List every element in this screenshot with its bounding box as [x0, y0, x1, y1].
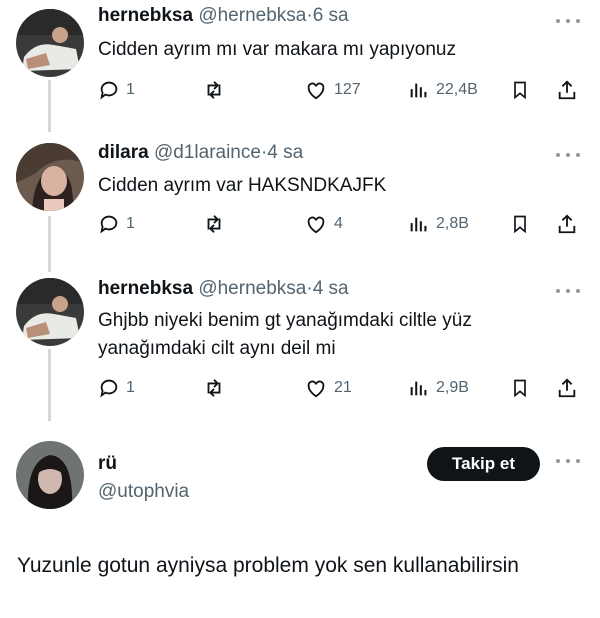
views-count: 2,8B	[436, 215, 469, 232]
follow-button[interactable]: Takip et	[427, 447, 540, 481]
heart-icon	[307, 216, 325, 234]
bookmark-button[interactable]	[510, 210, 530, 238]
retweet-icon	[207, 81, 221, 99]
reply-icon	[100, 81, 118, 100]
retweet-button[interactable]	[202, 374, 226, 402]
bookmark-icon	[514, 379, 526, 398]
share-icon	[558, 80, 576, 100]
share-icon	[558, 214, 576, 234]
views-button[interactable]: 22,4B	[408, 76, 478, 104]
heart-icon	[307, 380, 325, 398]
share-button[interactable]	[556, 76, 578, 104]
bookmark-button[interactable]	[510, 374, 530, 402]
tweet-header: hernebksa @hernebksa·6 sa	[98, 5, 349, 27]
reply-count: 1	[126, 81, 135, 98]
bookmark-icon	[514, 215, 526, 234]
share-icon	[558, 378, 576, 398]
like-count: 127	[334, 81, 361, 98]
views-icon	[410, 381, 427, 396]
reply-icon	[100, 379, 118, 398]
tweet-text: Ghjbb niyeki benim gt yanağımdaki ciltle…	[98, 310, 472, 359]
reply-icon	[100, 215, 118, 234]
reply-count: 1	[126, 215, 135, 232]
timestamp[interactable]: 4 sa	[267, 142, 303, 163]
retweet-button[interactable]	[202, 210, 226, 238]
views-count: 2,9B	[436, 379, 469, 396]
avatar[interactable]	[16, 441, 84, 509]
like-count: 4	[334, 215, 343, 232]
views-button[interactable]: 2,9B	[408, 374, 469, 402]
reply-count: 1	[126, 379, 135, 396]
author-handle[interactable]: @d1laraince	[154, 142, 261, 163]
tweet-text: Cidden ayrım mı var makara mı yapıyonuz	[98, 39, 456, 60]
avatar[interactable]	[16, 278, 84, 346]
tweet-header: dilara @d1laraince·4 sa	[98, 142, 303, 164]
tweet[interactable]: hernebksa @hernebksa·4 sa Ghjbb niyeki b…	[0, 268, 600, 418]
timestamp[interactable]: 4 sa	[313, 278, 349, 299]
more-icon[interactable]	[556, 148, 580, 162]
focused-tweet-text: Yuzunle gotun ayniysa problem yok sen ku…	[17, 554, 519, 577]
more-icon[interactable]	[556, 454, 580, 468]
action-bar: 1 4 2,8B	[98, 210, 582, 238]
like-button[interactable]: 21	[304, 374, 352, 402]
avatar[interactable]	[16, 9, 84, 77]
tweet[interactable]: dilara @d1laraince·4 sa Cidden ayrım var…	[0, 132, 600, 267]
like-button[interactable]: 4	[304, 210, 343, 238]
retweet-icon	[207, 379, 221, 397]
reply-button[interactable]: 1	[98, 76, 135, 104]
tweet-text: Cidden ayrım var HAKSNDKAJFK	[98, 175, 387, 196]
action-bar: 1 127 22,4B	[98, 76, 582, 104]
bookmark-icon	[514, 81, 526, 100]
more-icon[interactable]	[556, 284, 580, 298]
action-bar: 1 21 2,9B	[98, 374, 582, 402]
views-icon	[410, 217, 427, 232]
timestamp[interactable]: 6 sa	[313, 5, 349, 26]
tweet-header: hernebksa @hernebksa·4 sa	[98, 278, 349, 300]
focused-handle-row: @utophvia	[98, 481, 189, 503]
author-handle[interactable]: @hernebksa	[198, 278, 306, 299]
retweet-icon	[207, 215, 221, 233]
retweet-button[interactable]	[202, 76, 226, 104]
views-icon	[410, 83, 427, 98]
tweet[interactable]: hernebksa @hernebksa·6 sa Cidden ayrım m…	[0, 0, 600, 130]
more-icon[interactable]	[556, 14, 580, 28]
reply-button[interactable]: 1	[98, 374, 135, 402]
author-name[interactable]: hernebksa	[98, 5, 193, 26]
like-button[interactable]: 127	[304, 76, 361, 104]
views-button[interactable]: 2,8B	[408, 210, 469, 238]
like-count: 21	[334, 379, 352, 396]
focused-header: rü	[98, 453, 117, 475]
author-name[interactable]: rü	[98, 453, 117, 474]
author-handle[interactable]: @hernebksa	[198, 5, 306, 26]
share-button[interactable]	[556, 374, 578, 402]
bookmark-button[interactable]	[510, 76, 530, 104]
avatar[interactable]	[16, 143, 84, 211]
author-handle[interactable]: @utophvia	[98, 481, 189, 502]
author-name[interactable]: dilara	[98, 142, 149, 163]
views-count: 22,4B	[436, 81, 478, 98]
heart-icon	[307, 82, 325, 100]
author-name[interactable]: hernebksa	[98, 278, 193, 299]
reply-button[interactable]: 1	[98, 210, 135, 238]
share-button[interactable]	[556, 210, 578, 238]
